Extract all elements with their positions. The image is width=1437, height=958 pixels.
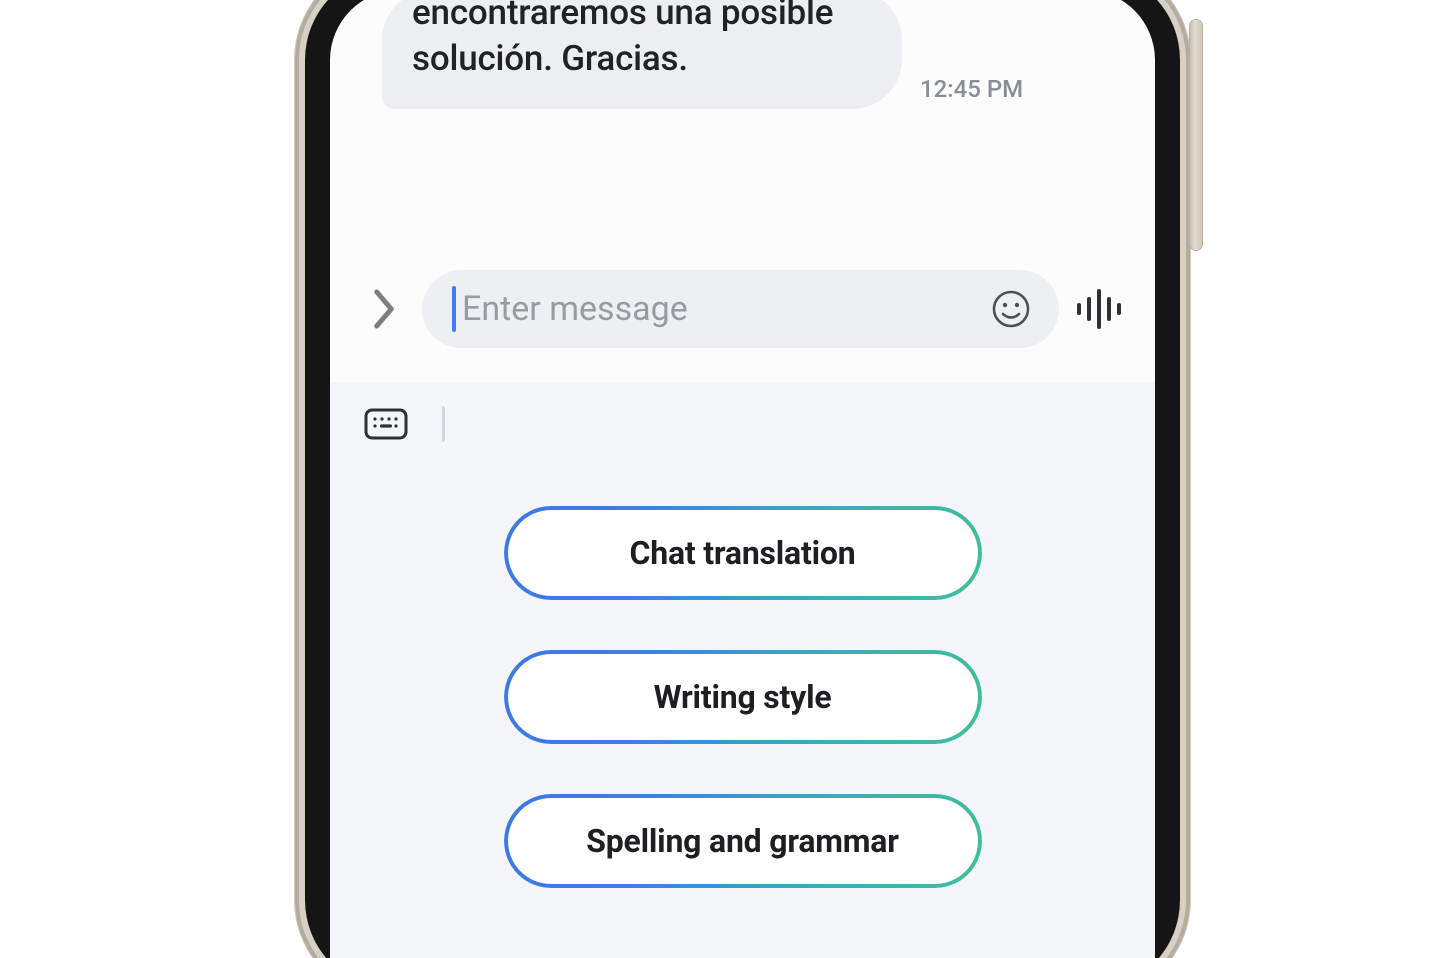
- option-label: Spelling and grammar: [586, 822, 898, 860]
- option-spelling-grammar[interactable]: Spelling and grammar: [504, 794, 982, 888]
- expand-composer-button[interactable]: [356, 281, 412, 337]
- assist-options: Chat translation Writing style Spelling …: [330, 506, 1155, 888]
- stage: encontraremos una posible solución. Grac…: [0, 0, 1437, 958]
- panel-toolbar: [364, 406, 445, 442]
- phone-screen: encontraremos una posible solución. Grac…: [330, 0, 1155, 958]
- text-cursor: [452, 286, 456, 332]
- incoming-message-bubble[interactable]: encontraremos una posible solución. Grac…: [382, 0, 902, 109]
- keyboard-toggle-button[interactable]: [364, 406, 408, 442]
- composer-bar: Enter message: [356, 270, 1129, 348]
- option-writing-style[interactable]: Writing style: [504, 650, 982, 744]
- option-label: Writing style: [654, 678, 832, 716]
- option-label: Chat translation: [630, 534, 856, 572]
- smiley-icon: [991, 289, 1031, 329]
- phone-side-button: [1190, 20, 1202, 250]
- message-text: encontraremos una posible solución. Grac…: [412, 0, 833, 79]
- message-timestamp: 12:45 PM: [920, 75, 1023, 103]
- panel-divider: [442, 406, 445, 442]
- keyboard-assist-panel: Chat translation Writing style Spelling …: [330, 382, 1155, 958]
- message-input-placeholder: Enter message: [462, 289, 989, 329]
- message-input[interactable]: Enter message: [422, 270, 1059, 348]
- voice-input-button[interactable]: [1069, 279, 1129, 339]
- waveform-icon: [1073, 287, 1125, 331]
- keyboard-icon: [364, 406, 408, 442]
- chat-row: encontraremos una posible solución. Grac…: [382, 0, 1125, 109]
- option-chat-translation[interactable]: Chat translation: [504, 506, 982, 600]
- emoji-button[interactable]: [989, 287, 1033, 331]
- chevron-right-icon: [369, 287, 399, 331]
